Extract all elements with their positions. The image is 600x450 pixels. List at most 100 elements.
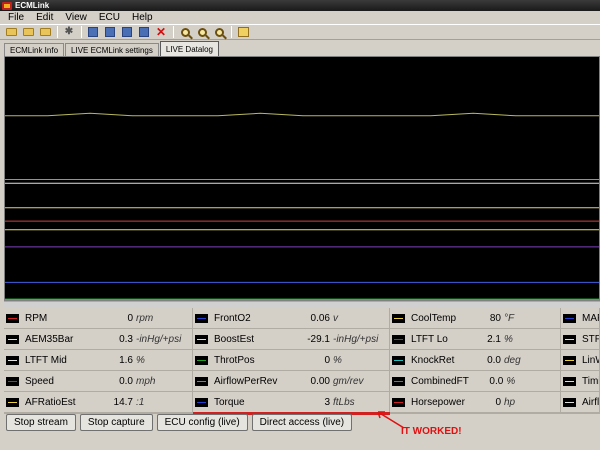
open-folder-icon[interactable] bbox=[21, 26, 35, 39]
menu-edit[interactable]: Edit bbox=[30, 12, 59, 23]
save-icon[interactable] bbox=[137, 26, 151, 39]
datalog-chart[interactable] bbox=[4, 56, 600, 301]
stop-stream-button[interactable]: Stop stream bbox=[6, 414, 76, 431]
param-cell[interactable]: AFRatioEst 14.7:1 bbox=[4, 392, 193, 413]
wrench-icon[interactable]: ✱ bbox=[62, 26, 76, 39]
param-color-swatch[interactable] bbox=[392, 397, 405, 407]
param-unit: gm/rev bbox=[333, 375, 364, 387]
param-value: 2.1 bbox=[487, 333, 501, 345]
param-unit: rpm bbox=[136, 312, 154, 324]
save-icon[interactable] bbox=[120, 26, 134, 39]
open-folder-icon[interactable] bbox=[4, 26, 18, 39]
param-cell[interactable]: Torque 3 ftLbs bbox=[193, 392, 390, 413]
param-color-swatch[interactable] bbox=[392, 334, 405, 344]
zoom-out-icon[interactable] bbox=[195, 26, 209, 39]
param-cell[interactable]: MAF bbox=[561, 308, 600, 329]
ecu-config-button[interactable]: ECU config (live) bbox=[156, 414, 248, 431]
image-icon[interactable] bbox=[236, 26, 250, 39]
param-color-swatch[interactable] bbox=[392, 313, 405, 323]
param-color-swatch[interactable] bbox=[563, 334, 576, 344]
param-color-swatch[interactable] bbox=[563, 376, 576, 386]
param-cell[interactable]: CoolTemp 80 °F bbox=[390, 308, 561, 329]
param-color-swatch[interactable] bbox=[195, 376, 208, 386]
param-color-stripe bbox=[8, 401, 17, 403]
param-cell[interactable]: Speed 0.0 mph bbox=[4, 371, 193, 392]
param-cell[interactable]: LTFT Mid 1.6% bbox=[4, 350, 193, 371]
param-color-stripe bbox=[8, 317, 17, 319]
param-name: AEM35Bar bbox=[25, 333, 74, 345]
stop-capture-button[interactable]: Stop capture bbox=[79, 414, 153, 431]
param-cell[interactable]: ThrotPos 0% bbox=[193, 350, 390, 371]
param-cell[interactable]: AirflowPerRev 0.00 gm/rev bbox=[193, 371, 390, 392]
param-color-swatch[interactable] bbox=[195, 313, 208, 323]
zoom-in-icon[interactable] bbox=[178, 26, 192, 39]
open-folder-icon[interactable] bbox=[38, 26, 52, 39]
param-cell[interactable]: STF bbox=[561, 329, 600, 350]
param-unit: ftLbs bbox=[333, 396, 355, 408]
param-cell[interactable]: Horsepower 0 hp bbox=[390, 392, 561, 413]
param-value: 0.3 bbox=[119, 333, 133, 345]
param-cell[interactable]: KnockRet 0.0 deg bbox=[390, 350, 561, 371]
param-cell[interactable]: LinW bbox=[561, 350, 600, 371]
param-unit: deg bbox=[504, 354, 521, 366]
tab-live-datalog[interactable]: LIVE Datalog bbox=[159, 41, 219, 56]
param-cell[interactable]: BoostEst -29.1 -inHg/+psi bbox=[193, 329, 390, 350]
menu-ecu[interactable]: ECU bbox=[93, 12, 126, 23]
param-color-stripe bbox=[197, 401, 206, 403]
param-color-stripe bbox=[394, 380, 403, 382]
param-color-swatch[interactable] bbox=[6, 334, 19, 344]
param-color-swatch[interactable] bbox=[195, 334, 208, 344]
parameter-grid: RPM0rpmFrontO20.06vCoolTemp80°FMAF AEM35B… bbox=[4, 308, 600, 414]
title-bar: ECMLink bbox=[0, 0, 600, 11]
param-name: Speed bbox=[25, 375, 54, 387]
menu-bar: File Edit View ECU Help bbox=[0, 11, 600, 24]
param-color-swatch[interactable] bbox=[195, 355, 208, 365]
param-color-swatch[interactable] bbox=[563, 355, 576, 365]
param-cell[interactable]: CombinedFT 0.0% bbox=[390, 371, 561, 392]
save-icon[interactable] bbox=[103, 26, 117, 39]
param-color-stripe bbox=[565, 380, 574, 382]
param-name: LTFT Mid bbox=[25, 354, 67, 366]
param-color-swatch[interactable] bbox=[195, 397, 208, 407]
zoom-reset-icon[interactable] bbox=[212, 26, 226, 39]
param-value: 0.0 bbox=[119, 375, 133, 387]
param-name: CombinedFT bbox=[411, 375, 469, 387]
param-color-swatch[interactable] bbox=[392, 376, 405, 386]
toolbar-separator bbox=[81, 26, 82, 38]
chart-series-line bbox=[5, 112, 599, 117]
param-color-swatch[interactable] bbox=[6, 313, 19, 323]
param-name: BoostEst bbox=[214, 333, 255, 345]
param-color-swatch[interactable] bbox=[563, 313, 576, 323]
param-unit: v bbox=[333, 312, 338, 324]
param-color-stripe bbox=[197, 359, 206, 361]
param-unit: °F bbox=[504, 312, 515, 324]
chart-horizontal-scrollbar[interactable] bbox=[4, 301, 600, 307]
param-color-swatch[interactable] bbox=[563, 397, 576, 407]
tab-ecmlink-info[interactable]: ECMLink Info bbox=[4, 43, 65, 56]
menu-file[interactable]: File bbox=[2, 12, 30, 23]
param-name: KnockRet bbox=[411, 354, 455, 366]
window-title: ECMLink bbox=[15, 1, 50, 10]
param-cell[interactable]: LTFT Lo 2.1% bbox=[390, 329, 561, 350]
param-cell[interactable]: FrontO2 0.06 v bbox=[193, 308, 390, 329]
param-color-swatch[interactable] bbox=[392, 355, 405, 365]
param-value: 14.7 bbox=[113, 396, 133, 408]
param-value: 0.00 bbox=[310, 375, 330, 387]
param-color-stripe bbox=[197, 380, 206, 382]
param-cell[interactable]: Airflo bbox=[561, 392, 600, 413]
save-icon[interactable] bbox=[86, 26, 100, 39]
param-cell[interactable]: AEM35Bar 0.3 -inHg/+psi bbox=[4, 329, 193, 350]
param-color-stripe bbox=[8, 380, 17, 382]
tab-live-ecmlink-settings[interactable]: LIVE ECMLink settings bbox=[65, 43, 159, 56]
menu-help[interactable]: Help bbox=[126, 12, 159, 23]
delete-icon[interactable]: ✕ bbox=[154, 26, 168, 39]
direct-access-button[interactable]: Direct access (live) bbox=[251, 414, 353, 431]
param-cell[interactable]: RPM 0 rpm bbox=[4, 308, 193, 329]
menu-view[interactable]: View bbox=[59, 12, 93, 23]
param-value: 0 bbox=[324, 354, 330, 366]
param-color-swatch[interactable] bbox=[6, 355, 19, 365]
param-cell[interactable]: Timi bbox=[561, 371, 600, 392]
param-color-swatch[interactable] bbox=[6, 397, 19, 407]
param-color-swatch[interactable] bbox=[6, 376, 19, 386]
param-color-stripe bbox=[394, 359, 403, 361]
